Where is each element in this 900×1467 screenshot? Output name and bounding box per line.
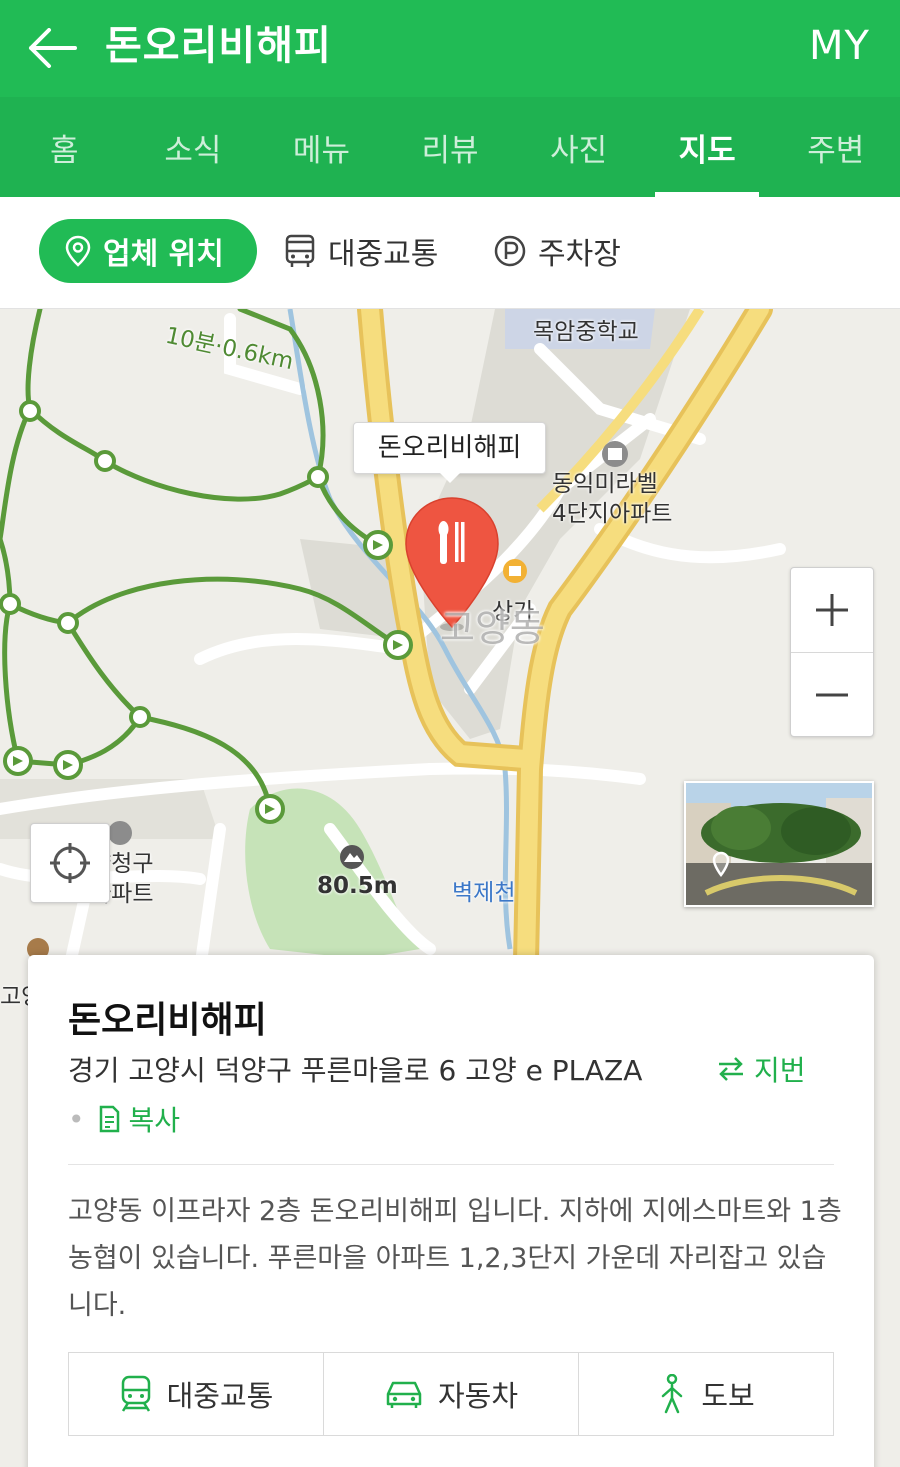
subtab-transit[interactable]: 대중교통 (284, 219, 438, 283)
copy-icon (99, 1105, 119, 1133)
street-view-thumbnail[interactable] (684, 781, 874, 907)
tab-review[interactable]: 리뷰 (386, 97, 515, 197)
copy-address-button[interactable]: • 복사 (68, 1099, 180, 1139)
walk-icon (657, 1374, 687, 1414)
tab-home[interactable]: 홈 (0, 97, 129, 197)
route-transit-button[interactable]: 대중교통 (69, 1353, 323, 1435)
zoom-controls (790, 567, 874, 737)
place-name: 돈오리비해피 (68, 1000, 267, 1041)
street-view-image (686, 783, 872, 905)
subtab-parking[interactable]: 주차장 (494, 219, 621, 283)
map-label-district: 고양동 (440, 606, 545, 650)
map-label-elevation: 80.5m (317, 873, 398, 899)
subtab-location[interactable]: 업체 위치 (39, 219, 257, 283)
place-description: 고양동 이프라자 2층 돈오리비해피 입니다. 지하에 지에스마트와 1층 농협… (68, 1196, 842, 1321)
tab-map[interactable]: 지도 (643, 97, 772, 197)
zoom-in-button[interactable] (791, 568, 873, 652)
back-button[interactable] (22, 18, 82, 78)
jibun-label: 지번 (754, 1054, 806, 1087)
car-icon (384, 1378, 424, 1410)
card-divider (68, 1164, 834, 1165)
zoom-out-button[interactable] (791, 652, 873, 736)
tab-bar: 홈 소식 메뉴 리뷰 사진 지도 주변 (0, 97, 900, 197)
copy-label: 복사 (128, 1104, 181, 1137)
map-subtabs: 업체 위치 대중교통 주차장 (0, 197, 900, 309)
app-header: 돈오리비해피 MY (0, 0, 900, 97)
map-label-stream: 벽제천 (452, 880, 516, 906)
my-button[interactable]: MY (809, 18, 870, 74)
plus-icon (816, 594, 848, 626)
subtab-transit-label: 대중교통 (328, 237, 439, 272)
separator-dot: • (68, 1102, 85, 1136)
minus-icon (816, 693, 848, 696)
route-walk-label: 도보 (701, 1379, 755, 1413)
subtab-location-label: 업체 위치 (103, 237, 224, 272)
marker-callout[interactable]: 돈오리비해피 (353, 422, 546, 483)
map-label-school: 목암중학교 (533, 319, 639, 345)
tab-menu[interactable]: 메뉴 (257, 97, 386, 197)
current-location-button[interactable] (30, 823, 110, 903)
route-walk-button[interactable]: 도보 (578, 1353, 833, 1435)
jibun-toggle-button[interactable]: 지번 (716, 1049, 806, 1089)
route-car-button[interactable]: 자동차 (323, 1353, 578, 1435)
place-info-card: 돈오리비해피 경기 고양시 덕양구 푸른마을로 6 고양 e PLAZA 지번 … (28, 955, 874, 1467)
tab-nearby[interactable]: 주변 (771, 97, 900, 197)
swap-icon (719, 1057, 743, 1081)
route-options: 대중교통 자동차 도보 (68, 1352, 834, 1436)
page-title: 돈오리비해피 (105, 23, 332, 69)
subtab-parking-label: 주차장 (538, 237, 621, 272)
route-transit-label: 대중교통 (166, 1379, 274, 1413)
place-address: 경기 고양시 덕양구 푸른마을로 6 고양 e PLAZA (68, 1054, 643, 1087)
tab-photo[interactable]: 사진 (514, 97, 643, 197)
crosshair-icon (50, 843, 90, 883)
arrow-left-icon (29, 28, 77, 68)
pin-icon (65, 235, 91, 267)
tab-news[interactable]: 소식 (129, 97, 258, 197)
parking-icon (494, 235, 526, 267)
train-icon (119, 1375, 153, 1413)
route-car-label: 자동차 (437, 1379, 519, 1413)
bus-icon (284, 234, 316, 268)
map-label-apartment: 동익미라벨 4단지아파트 (552, 471, 673, 527)
